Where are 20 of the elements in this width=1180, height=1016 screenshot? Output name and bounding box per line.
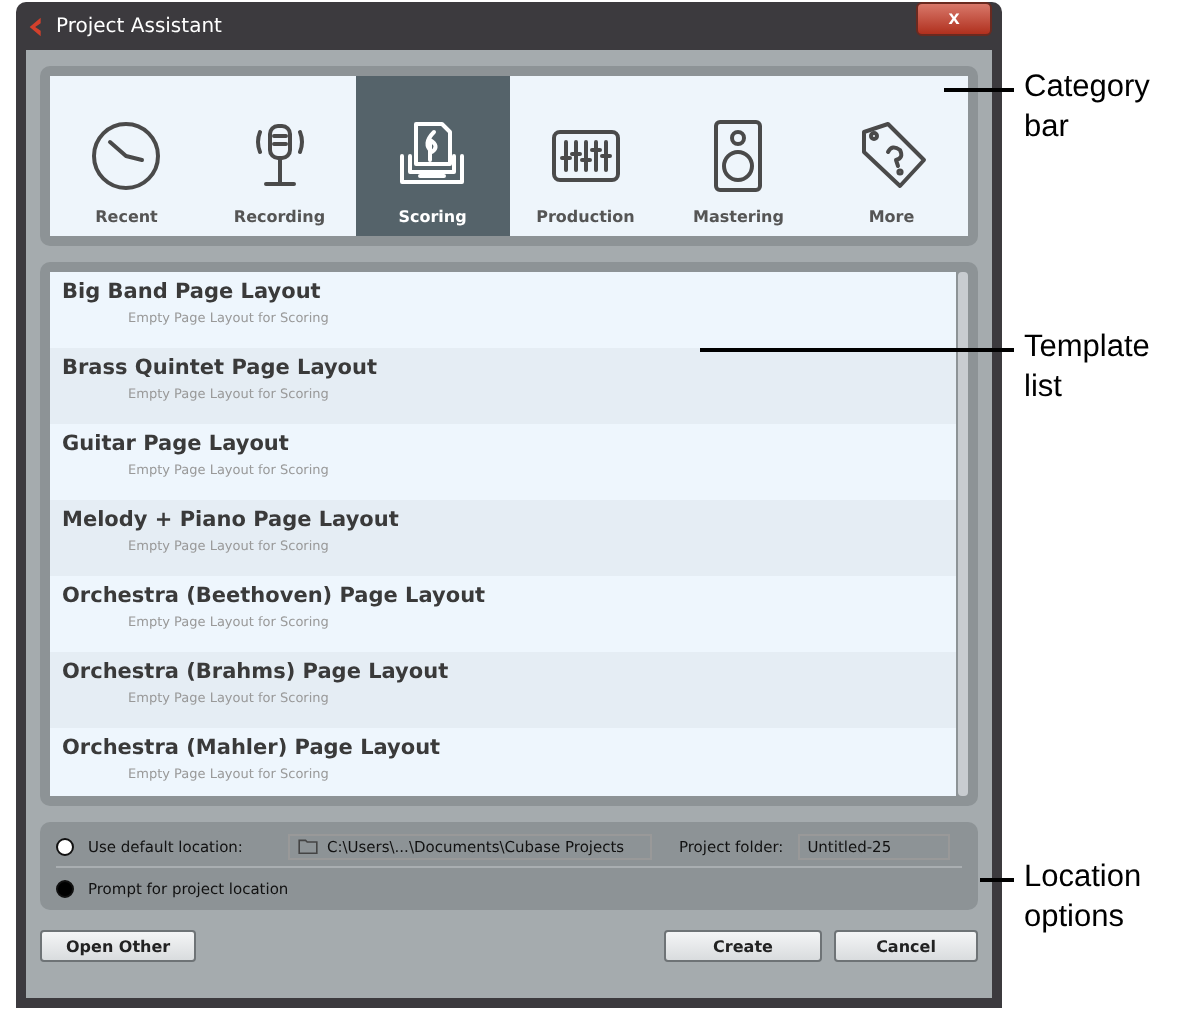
cancel-button[interactable]: Cancel xyxy=(834,930,978,962)
category-tab[interactable]: Production xyxy=(509,76,662,236)
category-tab[interactable]: Mastering xyxy=(662,76,815,236)
category-tab[interactable]: Recent xyxy=(50,76,203,236)
create-button[interactable]: Create xyxy=(664,930,822,962)
scrollbar[interactable] xyxy=(958,272,968,796)
radio-button[interactable] xyxy=(56,879,74,897)
callout-label: Category bar xyxy=(1024,68,1152,149)
open-other-button[interactable]: Open Other xyxy=(40,930,197,962)
close-button[interactable]: x xyxy=(916,2,992,36)
category-tab[interactable]: More xyxy=(815,76,968,236)
window-title: Project Assistant xyxy=(56,15,222,37)
callout-label: Template list xyxy=(1024,328,1152,409)
radio-button[interactable] xyxy=(56,837,74,855)
category-tab[interactable]: Recording xyxy=(203,76,356,236)
leader-line xyxy=(944,88,1014,91)
leader-line xyxy=(980,878,1014,881)
category-tab[interactable]: Scoring xyxy=(356,76,509,236)
callout-label: Location options xyxy=(1024,858,1144,939)
folder-icon xyxy=(298,838,319,854)
